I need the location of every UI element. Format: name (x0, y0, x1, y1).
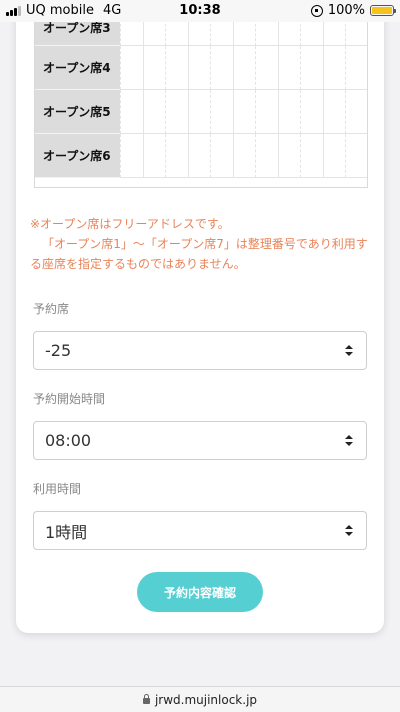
start-time-label: 予約開始時間 (33, 392, 106, 406)
seat-select[interactable]: -25 (33, 331, 367, 370)
select-arrows-icon (345, 435, 353, 446)
duration-select[interactable]: 1時間 (33, 511, 367, 550)
confirm-reservation-button[interactable]: 予約内容確認 (137, 572, 263, 612)
time-slots (120, 134, 367, 178)
start-time-value: 08:00 (45, 431, 92, 450)
status-right: 100% (310, 3, 396, 18)
table-row: オープン席6 (35, 134, 367, 178)
table-row: オープン席4 (35, 46, 367, 90)
time-slots (120, 46, 367, 90)
table-row: オープン席5 (35, 90, 367, 134)
seat-row-label: オープン席6 (35, 134, 120, 178)
reservation-card: オープン席3 オープン席4 オープン席5 オープン席6 ※オープン席はフリーアド… (16, 0, 384, 633)
orientation-lock-icon (310, 4, 323, 17)
select-arrows-icon (345, 525, 353, 536)
duration-value: 1時間 (45, 522, 88, 542)
select-arrows-icon (345, 345, 353, 356)
seat-select-value: -25 (45, 341, 72, 360)
duration-label: 利用時間 (33, 482, 82, 496)
status-bar: UQ mobile 4G 10:38 100% (0, 0, 400, 22)
time-slots (120, 90, 367, 134)
notice-line-2: 「オープン席1」～「オープン席7」は整理番号であり利用する座席を指定するものでは… (30, 237, 368, 271)
start-time-select[interactable]: 08:00 (33, 421, 367, 460)
seat-availability-table: オープン席3 オープン席4 オープン席5 オープン席6 (34, 0, 368, 188)
url-text: jrwd.mujinlock.jp (154, 692, 258, 707)
lock-icon (142, 694, 150, 704)
seat-label: 予約席 (33, 302, 70, 316)
battery-icon (370, 5, 396, 16)
notice-line-1: ※オープン席はフリーアドレスです。 (30, 217, 230, 231)
seat-row-label: オープン席5 (35, 90, 120, 134)
seat-row-label: オープン席4 (35, 46, 120, 90)
battery-percent: 100% (327, 3, 365, 18)
browser-url-bar[interactable]: jrwd.mujinlock.jp (0, 686, 400, 712)
open-seat-notice: ※オープン席はフリーアドレスです。 「オープン席1」～「オープン席7」は整理番号… (30, 214, 370, 274)
